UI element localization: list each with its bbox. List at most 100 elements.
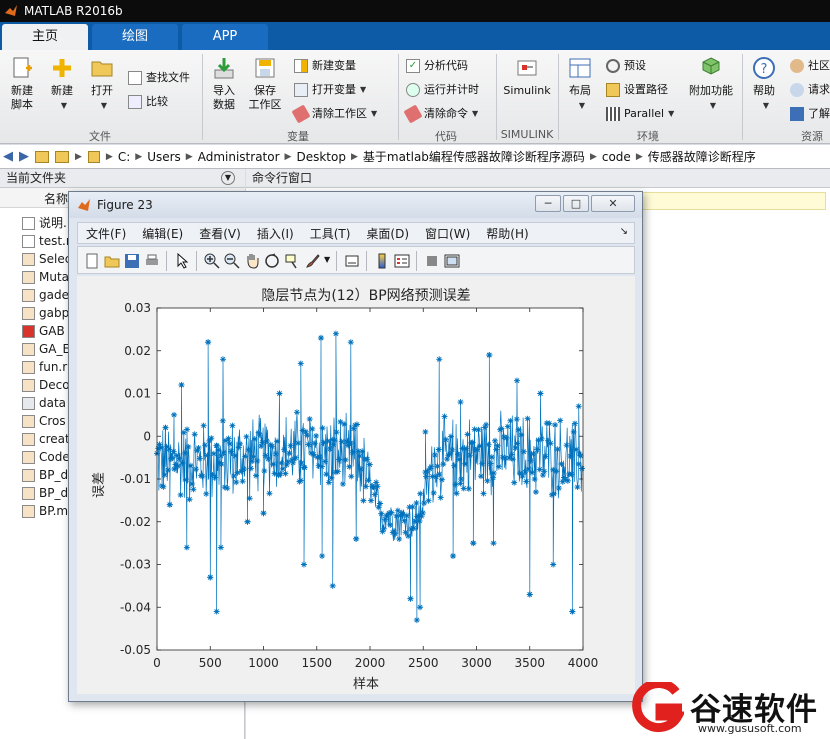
figure-menu-item[interactable]: 查看(V) bbox=[199, 225, 241, 242]
tab-plots[interactable]: 绘图 bbox=[92, 24, 178, 50]
new-variable-button[interactable]: 新建变量 bbox=[294, 58, 356, 74]
zoom-out-icon[interactable] bbox=[224, 253, 240, 269]
learn-button[interactable]: 了解 bbox=[790, 106, 830, 122]
y-tick-label: -0.02 bbox=[120, 515, 151, 529]
analyze-code-icon: ✓ bbox=[406, 59, 420, 73]
file-list-item[interactable]: Deco bbox=[22, 376, 70, 394]
import-data-button[interactable]: 导入 数据 bbox=[208, 56, 240, 112]
figure-menu-item[interactable]: 编辑(E) bbox=[142, 225, 183, 242]
breadcrumb-item[interactable]: Administrator bbox=[198, 150, 280, 164]
tab-apps[interactable]: APP bbox=[182, 24, 268, 50]
breadcrumb-item[interactable]: 传感器故障诊断程序 bbox=[648, 148, 756, 165]
file-list-item[interactable]: Selec bbox=[22, 250, 71, 268]
open-variable-button[interactable]: 打开变量 ▼ bbox=[294, 82, 366, 98]
up-folder-icon[interactable] bbox=[35, 150, 49, 163]
breadcrumb-item[interactable]: C: bbox=[118, 150, 130, 164]
file-list-item[interactable]: GA_E bbox=[22, 340, 70, 358]
pointer-icon[interactable] bbox=[174, 253, 190, 269]
simulink-button[interactable]: Simulink bbox=[502, 56, 552, 98]
file-name: Deco bbox=[39, 378, 70, 392]
figure-menu-item[interactable]: 文件(F) bbox=[86, 225, 126, 242]
file-list-item[interactable]: Muta bbox=[22, 268, 69, 286]
breadcrumb-item[interactable]: code bbox=[602, 150, 631, 164]
browse-folder-icon[interactable] bbox=[55, 150, 69, 163]
file-list-item[interactable]: gade bbox=[22, 286, 69, 304]
open-file-icon[interactable] bbox=[104, 253, 120, 269]
zoom-in-icon[interactable] bbox=[204, 253, 220, 269]
data-cursor-icon[interactable] bbox=[284, 253, 300, 269]
run-and-time-button[interactable]: 运行并计时 bbox=[406, 82, 479, 98]
file-list-item[interactable]: Cros bbox=[22, 412, 66, 430]
figure-menu-item[interactable]: 桌面(D) bbox=[366, 225, 409, 242]
tab-home[interactable]: 主页 bbox=[2, 24, 88, 50]
figure-canvas[interactable]: 0 500 1000 1500 2000 2500 3000 3500 4000 -0.05 -0.… bbox=[77, 276, 635, 694]
open-button[interactable]: 打开 ▼ bbox=[86, 56, 118, 113]
breadcrumb-item[interactable]: 基于matlab编程传感器故障诊断程序源码 bbox=[363, 148, 585, 165]
file-icon bbox=[22, 450, 35, 464]
colorbar-icon[interactable] bbox=[374, 253, 390, 269]
find-files-icon bbox=[128, 71, 142, 85]
parallel-button[interactable]: Parallel ▼ bbox=[606, 106, 674, 122]
group-separator bbox=[202, 54, 203, 140]
panel-menu-icon[interactable]: ▼ bbox=[221, 171, 235, 185]
group-label-file: 文件 bbox=[89, 130, 111, 143]
add-ons-button[interactable]: 附加功能 ▼ bbox=[688, 56, 734, 113]
pan-hand-icon[interactable] bbox=[244, 253, 260, 269]
breadcrumb-item[interactable]: Users bbox=[147, 150, 181, 164]
file-list-item[interactable]: GAB bbox=[22, 322, 65, 340]
preferences-button[interactable]: 预设 bbox=[606, 58, 646, 74]
show-plot-tools-icon[interactable] bbox=[444, 253, 460, 269]
figure-menu-item[interactable]: 插入(I) bbox=[257, 225, 294, 242]
figure-menu-item[interactable]: 窗口(W) bbox=[425, 225, 470, 242]
hide-plot-tools-icon[interactable] bbox=[424, 253, 440, 269]
file-list-item[interactable]: fun.r bbox=[22, 358, 67, 376]
save-workspace-button[interactable]: 保存 工作区 bbox=[246, 56, 284, 112]
file-name: test.r bbox=[39, 234, 71, 248]
data-marker bbox=[403, 512, 410, 519]
current-folder-title: 当前文件夹 bbox=[6, 171, 67, 185]
breadcrumb-item[interactable]: Desktop bbox=[296, 150, 346, 164]
eraser-icon bbox=[291, 104, 311, 124]
layout-button[interactable]: 布局 ▼ bbox=[564, 56, 596, 113]
community-button[interactable]: 社区 bbox=[790, 58, 830, 74]
forward-arrow-icon[interactable]: ▶ bbox=[19, 149, 29, 164]
file-list-item[interactable]: 说明. bbox=[22, 214, 67, 232]
analyze-code-button[interactable]: ✓ 分析代码 bbox=[406, 58, 468, 74]
maximize-button[interactable]: □ bbox=[563, 195, 589, 212]
file-list-item[interactable]: test.r bbox=[22, 232, 71, 250]
dock-arrow-icon[interactable]: ↘ bbox=[620, 226, 628, 237]
file-list-item[interactable]: BP_d bbox=[22, 466, 68, 484]
file-list-item[interactable]: Code bbox=[22, 448, 70, 466]
clear-commands-button[interactable]: 清除命令 ▼ bbox=[403, 104, 478, 124]
compare-button[interactable]: 比较 bbox=[128, 94, 168, 110]
error-plot[interactable]: 0 500 1000 1500 2000 2500 3000 3500 4000 -0.05 -0.… bbox=[77, 276, 635, 694]
request-support-button[interactable]: 请求 bbox=[790, 82, 830, 98]
run-time-icon bbox=[406, 83, 420, 97]
rotate-3d-icon[interactable] bbox=[264, 253, 280, 269]
brush-icon[interactable] bbox=[304, 253, 320, 269]
new-figure-icon[interactable] bbox=[84, 253, 100, 269]
print-icon[interactable] bbox=[144, 253, 160, 269]
close-button[interactable]: ✕ bbox=[591, 195, 635, 212]
legend-icon[interactable] bbox=[394, 253, 410, 269]
figure-menu-item[interactable]: 帮助(H) bbox=[486, 225, 528, 242]
add-ons-label: 附加功能 bbox=[689, 84, 733, 97]
file-list-item[interactable]: data bbox=[22, 394, 66, 412]
new-script-button[interactable]: 新建 脚本 bbox=[6, 56, 38, 112]
back-arrow-icon[interactable]: ◀ bbox=[3, 149, 13, 164]
name-column-header[interactable]: 名称 bbox=[44, 190, 68, 207]
clear-workspace-button[interactable]: 清除工作区 ▼ bbox=[291, 104, 377, 124]
brush-dropdown-icon[interactable]: ▼ bbox=[324, 255, 330, 264]
set-path-button[interactable]: 设置路径 bbox=[606, 82, 668, 98]
minimize-button[interactable]: ─ bbox=[535, 195, 561, 212]
figure-menu-item[interactable]: 工具(T) bbox=[310, 225, 351, 242]
file-list-item[interactable]: BP.m bbox=[22, 502, 68, 520]
file-list-item[interactable]: gabp bbox=[22, 304, 69, 322]
file-list-item[interactable]: creat bbox=[22, 430, 70, 448]
file-list-item[interactable]: BP_d bbox=[22, 484, 68, 502]
save-icon[interactable] bbox=[124, 253, 140, 269]
new-button[interactable]: 新建 ▼ bbox=[46, 56, 78, 113]
help-button[interactable]: ? 帮助 ▼ bbox=[748, 56, 780, 113]
find-files-button[interactable]: 查找文件 bbox=[128, 70, 190, 86]
link-plot-icon[interactable] bbox=[344, 253, 360, 269]
